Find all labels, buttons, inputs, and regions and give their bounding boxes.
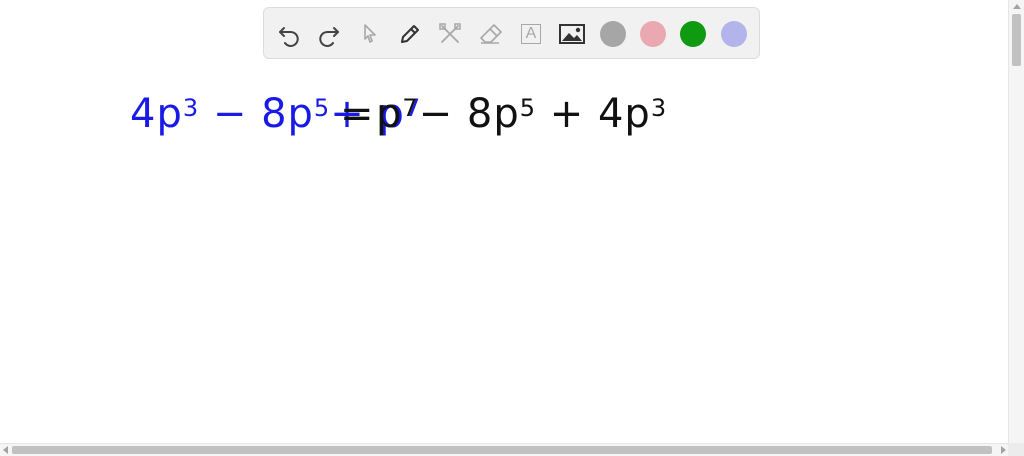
color-swatch-pink[interactable] [640, 21, 666, 47]
color-swatch-gray[interactable] [600, 21, 626, 47]
lhs-term-2-base: 8p [261, 91, 314, 137]
scroll-up-arrow-icon[interactable] [1013, 4, 1021, 9]
horizontal-scrollbar[interactable] [0, 443, 1024, 456]
whiteboard-app: A 4p3 − 8p5+ p7 = p7− 8p5 + 4p3 [0, 0, 1024, 456]
rhs-term-3-exponent: 3 [650, 94, 668, 122]
undo-button[interactable] [272, 17, 306, 51]
color-swatch-green[interactable] [680, 21, 706, 47]
text-icon: A [521, 24, 541, 44]
equation-right-side: p7− 8p5 + 4p3 [376, 86, 667, 142]
scroll-left-arrow-icon[interactable] [3, 446, 8, 454]
text-tool-button[interactable]: A [514, 17, 548, 51]
scroll-right-arrow-icon[interactable] [1001, 446, 1006, 454]
redo-icon [319, 27, 339, 47]
equals-sign: = [340, 91, 375, 137]
rhs-term-1-exponent: 7 [402, 94, 419, 122]
select-tool-button[interactable] [353, 17, 387, 51]
redo-button[interactable] [312, 17, 346, 51]
pen-icon [401, 25, 419, 43]
text-icon-glyph: A [525, 25, 537, 42]
pen-tool-button[interactable] [393, 17, 427, 51]
undo-icon [279, 27, 299, 47]
image-tool-button[interactable] [555, 17, 589, 51]
vertical-scroll-thumb[interactable] [1012, 14, 1021, 66]
rhs-operator-1: − [418, 91, 454, 137]
rhs-term-1-base: p [376, 91, 403, 137]
scrollbar-corner [1008, 443, 1024, 456]
vertical-scrollbar[interactable] [1008, 0, 1024, 443]
select-pointer-icon [364, 24, 376, 43]
drawing-toolbar: A [263, 7, 760, 59]
eraser-tool-button[interactable] [473, 17, 507, 51]
rhs-term-2-base: 8p [466, 91, 520, 137]
lhs-term-1-base: 4p [130, 91, 183, 137]
lhs-term-2-exponent: 5 [313, 94, 331, 122]
eraser-icon [480, 24, 502, 44]
horizontal-scroll-thumb[interactable] [12, 446, 992, 454]
tools-button[interactable] [433, 17, 467, 51]
drawing-canvas[interactable]: A 4p3 − 8p5+ p7 = p7− 8p5 + 4p3 [0, 0, 1008, 443]
image-icon [559, 24, 585, 44]
lhs-term-1-exponent: 3 [182, 94, 200, 122]
tools-icon [439, 23, 461, 43]
rhs-term-3-base: 4p [597, 91, 651, 137]
lhs-operator-1: − [212, 91, 248, 137]
rhs-operator-2: + [549, 91, 585, 137]
rhs-term-2-exponent: 5 [519, 94, 537, 122]
color-swatch-lavender[interactable] [721, 21, 747, 47]
